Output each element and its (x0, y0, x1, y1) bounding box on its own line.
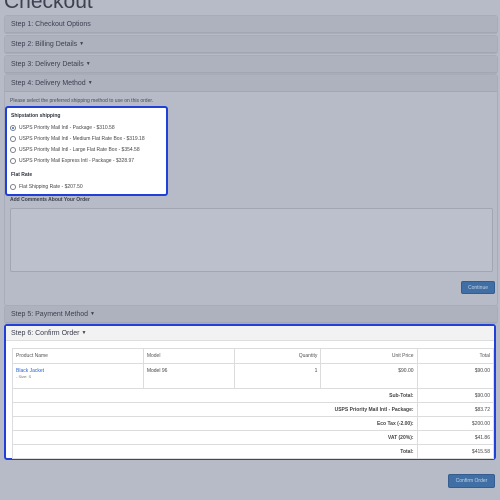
step-1-panel: Step 1: Checkout Options (4, 15, 498, 34)
page-title: Checkout (4, 0, 93, 13)
caret-down-icon: ▼ (90, 311, 95, 317)
step-5-title: Step 5: Payment Method (11, 310, 89, 318)
shipping-option-usps-medium-box[interactable]: USPS Priority Mail Intl - Medium Flat Ra… (10, 136, 145, 142)
confirm-order-panel: Step 6: Confirm Order ▼ Product Name Mode… (4, 324, 496, 460)
flat-rate-group-title: Flat Rate (11, 172, 33, 178)
radio-icon[interactable] (10, 136, 16, 142)
order-table: Product Name Model Quantity Unit Price T… (12, 348, 495, 459)
eco-tax-value: $200.00 (416, 416, 495, 431)
step-3-title: Step 3: Delivery Details (11, 60, 84, 68)
caret-down-icon: ▼ (85, 61, 91, 67)
order-table-header: Product Name Model Quantity Unit Price T… (12, 348, 495, 364)
shipping-option-label: USPS Priority Mail Express Intl - Packag… (19, 158, 135, 164)
caret-down-icon: ▼ (79, 41, 85, 47)
shipping-hint: Please select the preferred shipping met… (10, 98, 154, 104)
radio-icon[interactable] (10, 158, 16, 164)
shipping-option-label: Flat Shipping Rate - $207.50 (19, 184, 83, 190)
radio-selected-icon[interactable] (10, 125, 16, 131)
confirm-order-button[interactable]: Confirm Order (448, 474, 495, 488)
step-2-title: Step 2: Billing Details (11, 40, 78, 48)
step-6-heading[interactable]: Step 6: Confirm Order ▼ (6, 326, 494, 341)
quantity-cell: 1 (234, 363, 322, 389)
model-cell: Model 96 (142, 363, 236, 389)
step-3-panel: Step 3: Delivery Details ▼ (4, 55, 498, 74)
shipping-option-label: USPS Priority Mail Intl - Large Flat Rat… (19, 147, 140, 153)
eco-tax-row: Eco Tax (-2.00): $200.00 (12, 416, 495, 431)
shipping-total-value: $83.72 (416, 402, 495, 417)
comments-label: Add Comments About Your Order (10, 197, 90, 203)
product-cell: Black Jacket - Size: S (12, 363, 144, 389)
column-header-total: Total (416, 348, 495, 364)
step-4-heading[interactable]: Step 4: Delivery Method ▼ (5, 75, 497, 92)
step-2-panel: Step 2: Billing Details ▼ (4, 35, 498, 54)
step-5-panel: Step 5: Payment Method ▼ (4, 305, 498, 324)
total-cell: $90.00 (416, 363, 495, 389)
caret-down-icon: ▼ (81, 330, 87, 336)
eco-tax-label: Eco Tax (-2.00): (12, 416, 418, 431)
shipping-methods-box: Shipstation shipping USPS Priority Mail … (5, 106, 168, 196)
column-header-product: Product Name (12, 348, 144, 364)
vat-label: VAT (20%): (12, 430, 418, 445)
step-1-title: Step 1: Checkout Options (11, 20, 91, 28)
comments-textarea[interactable] (10, 208, 493, 272)
vat-row: VAT (20%): $41.86 (12, 430, 495, 445)
shipstation-group-title: Shipstation shipping (11, 113, 61, 119)
unit-price-cell: $90.00 (320, 363, 418, 389)
shipping-option-label: USPS Priority Mail Intl - Package - $310… (19, 125, 115, 131)
step-6-title: Step 6: Confirm Order (11, 329, 80, 337)
grand-total-label: Total: (12, 444, 418, 459)
shipping-option-usps-express[interactable]: USPS Priority Mail Express Intl - Packag… (10, 158, 134, 164)
subtotal-value: $90.00 (416, 388, 495, 403)
shipping-total-row: USPS Priority Mail Intl - Package: $83.7… (12, 402, 495, 417)
product-option: - Size: S (16, 374, 32, 379)
shipping-option-flat-rate[interactable]: Flat Shipping Rate - $207.50 (10, 184, 83, 190)
subtotal-label: Sub-Total: (12, 388, 418, 403)
column-header-model: Model (142, 348, 236, 364)
subtotal-row: Sub-Total: $90.00 (12, 388, 495, 403)
shipping-option-usps-large-box[interactable]: USPS Priority Mail Intl - Large Flat Rat… (10, 147, 140, 153)
grand-total-value: $415.58 (416, 444, 495, 459)
shipping-option-usps-package[interactable]: USPS Priority Mail Intl - Package - $310… (10, 125, 115, 131)
radio-icon[interactable] (10, 147, 16, 153)
column-header-quantity: Quantity (234, 348, 322, 364)
table-row: Black Jacket - Size: S Model 96 1 $90.00… (12, 363, 495, 389)
caret-down-icon: ▼ (87, 80, 93, 86)
step-1-heading[interactable]: Step 1: Checkout Options (5, 16, 497, 33)
shipping-total-label: USPS Priority Mail Intl - Package: (12, 402, 418, 417)
radio-icon[interactable] (10, 184, 16, 190)
step-5-heading[interactable]: Step 5: Payment Method ▼ (5, 306, 497, 323)
vat-value: $41.86 (416, 430, 495, 445)
grand-total-row: Total: $415.58 (12, 444, 495, 459)
step-4-title: Step 4: Delivery Method (11, 79, 86, 87)
column-header-unit-price: Unit Price (320, 348, 418, 364)
step-2-heading[interactable]: Step 2: Billing Details ▼ (5, 36, 497, 53)
continue-button[interactable]: Continue (461, 281, 495, 294)
shipping-option-label: USPS Priority Mail Intl - Medium Flat Ra… (19, 136, 145, 142)
step-3-heading[interactable]: Step 3: Delivery Details ▼ (5, 56, 497, 73)
